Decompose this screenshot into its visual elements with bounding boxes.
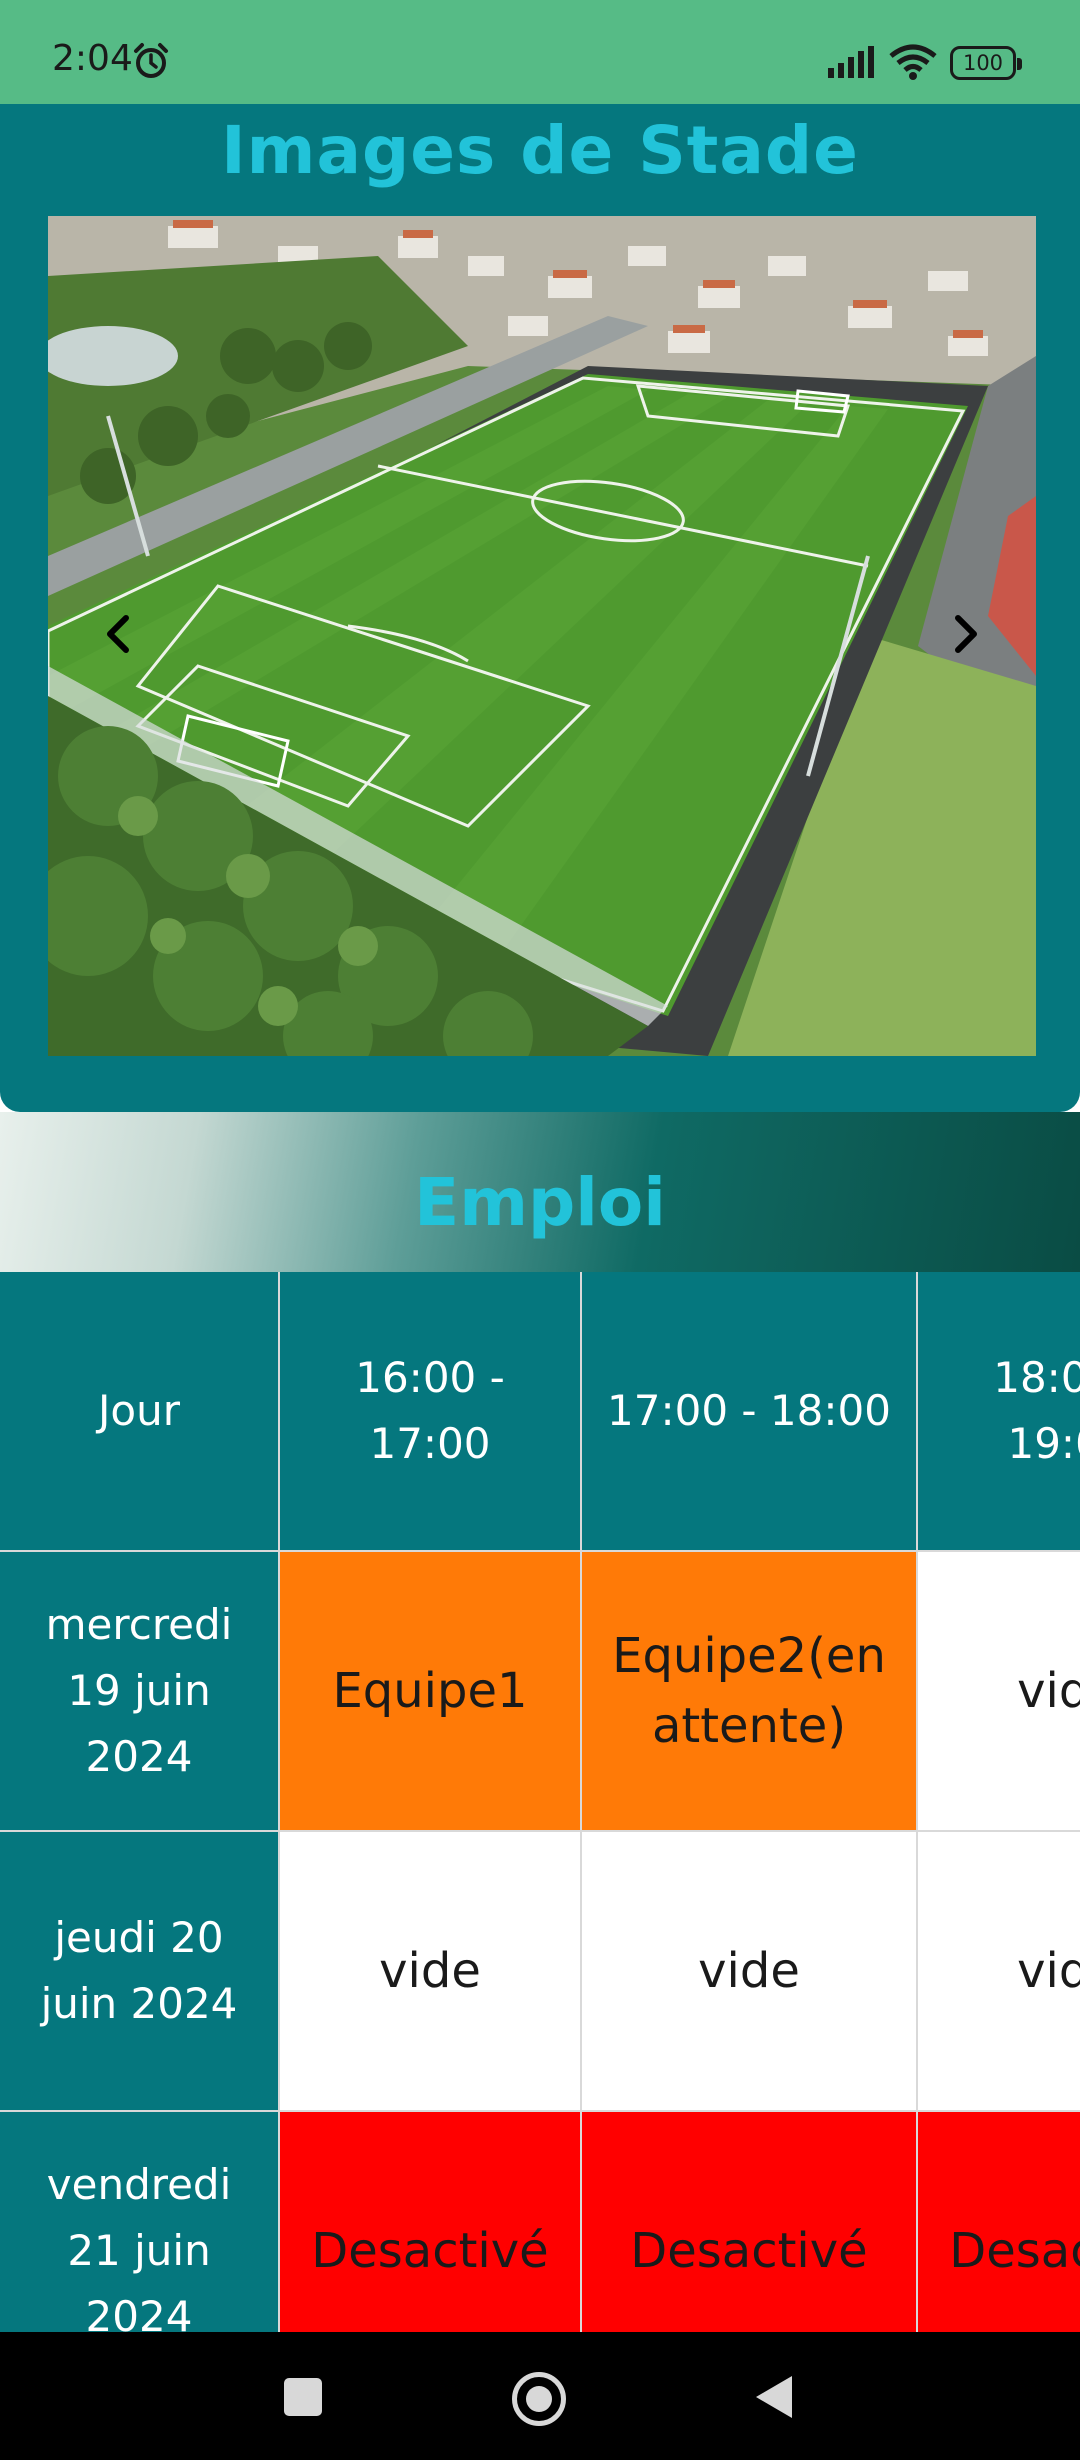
slot-cell[interactable]: Desactivé: [918, 2112, 1080, 2332]
header-slot: 18:00 - 19:00: [918, 1272, 1080, 1552]
day-label: jeudi 20 juin 2024: [40, 1913, 238, 2028]
slot-status: Equipe2(en attente): [612, 1628, 886, 1754]
status-bar: 2:04 100: [0, 0, 1080, 104]
slot-cell[interactable]: vide: [918, 1832, 1080, 2112]
chevron-right-icon[interactable]: [936, 604, 996, 664]
slot-status: vide: [379, 1943, 481, 1999]
images-card: Images de Stade: [0, 104, 1080, 1112]
back-triangle-icon[interactable]: [756, 2376, 792, 2418]
emploi-title: Emploi: [414, 1164, 666, 1241]
alarm-icon: [134, 43, 168, 78]
header-slot: 17:00 - 18:00: [582, 1272, 918, 1552]
home-circle-icon[interactable]: [512, 2372, 566, 2426]
images-title: Images de Stade: [221, 112, 859, 189]
recents-square-icon[interactable]: [284, 2378, 322, 2416]
day-label: mercredi 19 juin 2024: [45, 1600, 233, 1781]
schedule-table: Jour 16:00 - 17:00 17:00 - 18:00 18:00 -…: [0, 1272, 1080, 2332]
wifi-icon: [889, 44, 937, 80]
battery-icon: 100: [950, 46, 1022, 80]
slot-status: Desactivé: [630, 2223, 868, 2279]
slot-cell[interactable]: Equipe1: [280, 1552, 582, 1832]
slot-cell[interactable]: vide: [582, 1832, 918, 2112]
slot-status: Desactivé: [311, 2223, 549, 2279]
slot-cell[interactable]: vide: [280, 1832, 582, 2112]
header-day-label: Jour: [98, 1386, 180, 1435]
slot-cell[interactable]: Equipe2(en attente): [582, 1552, 918, 1832]
slot-cell[interactable]: Desactivé: [280, 2112, 582, 2332]
header-slot: 16:00 - 17:00: [280, 1272, 582, 1552]
header-day: Jour: [0, 1272, 280, 1552]
header-slot-label: 17:00 - 18:00: [607, 1386, 891, 1435]
slot-status: Desactivé: [949, 2223, 1080, 2279]
slot-status: Equipe1: [332, 1663, 528, 1719]
slot-cell[interactable]: vide: [918, 1552, 1080, 1832]
signal-icon: [828, 46, 874, 78]
chevron-left-icon[interactable]: [88, 604, 148, 664]
header-slot-label: 18:00 - 19:00: [993, 1353, 1080, 1468]
day-cell: vendredi 21 juin 2024: [0, 2112, 280, 2332]
day-cell: mercredi 19 juin 2024: [0, 1552, 280, 1832]
slot-cell[interactable]: Desactivé: [582, 2112, 918, 2332]
slot-status: vide: [1017, 1943, 1080, 1999]
system-nav-bar: [0, 2332, 1080, 2460]
emploi-header: Emploi: [0, 1112, 1080, 1272]
slot-status: vide: [1017, 1663, 1080, 1719]
day-cell: jeudi 20 juin 2024: [0, 1832, 280, 2112]
header-slot-label: 16:00 - 17:00: [355, 1353, 505, 1468]
battery-level: 100: [962, 51, 1004, 75]
slot-status: vide: [698, 1943, 800, 1999]
status-time: 2:04: [52, 38, 133, 79]
stadium-image: [48, 216, 1036, 1056]
day-label: vendredi 21 juin 2024: [46, 2160, 232, 2332]
